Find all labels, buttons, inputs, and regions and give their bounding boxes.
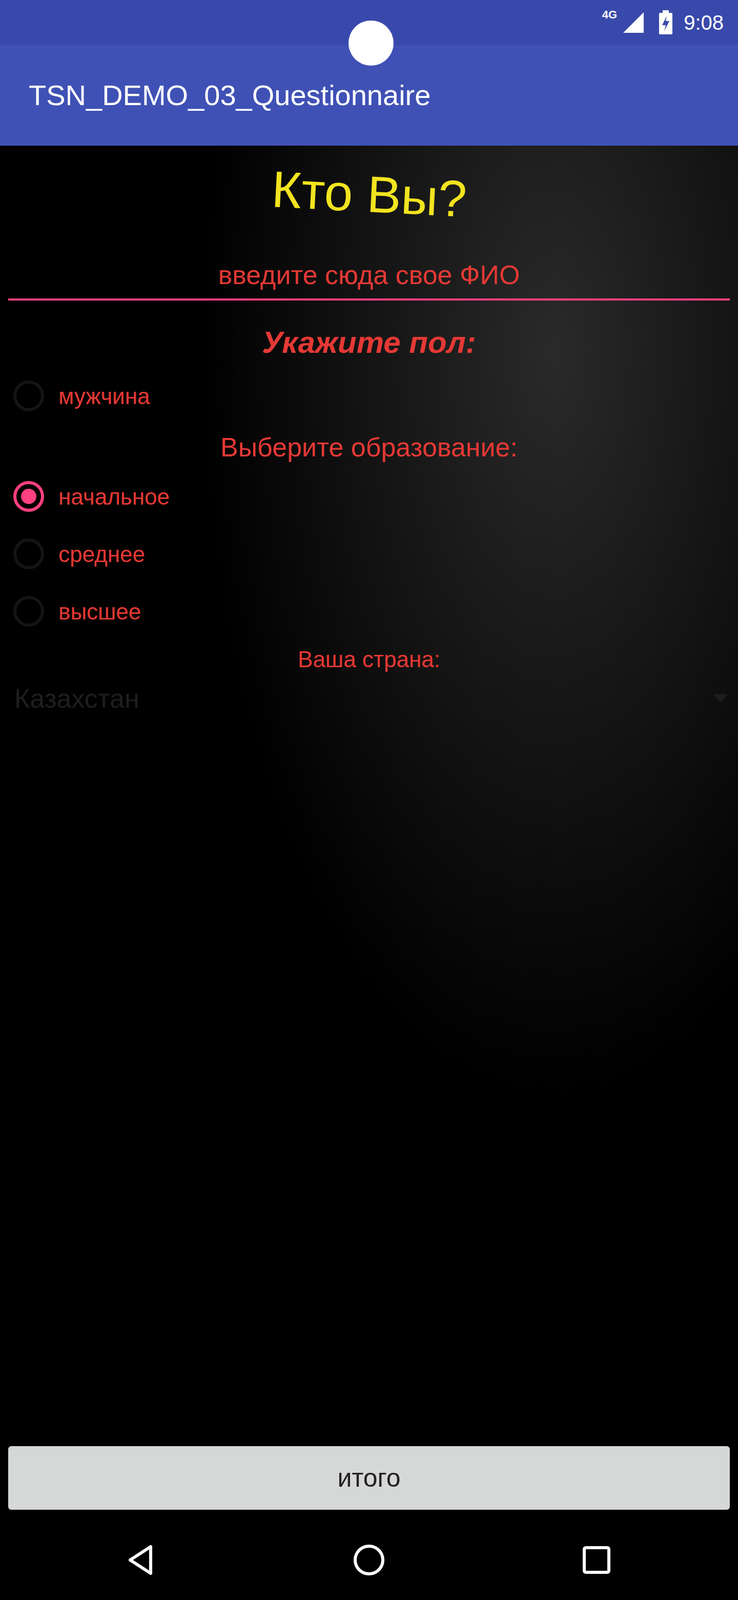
- radio-option[interactable]: среднее: [0, 524, 738, 583]
- total-button[interactable]: итого: [8, 1445, 730, 1509]
- spacer: [0, 722, 738, 1446]
- radio-option[interactable]: начальное: [0, 467, 738, 525]
- radio-button[interactable]: [13, 595, 45, 627]
- section-label: Ваша страна:: [0, 644, 738, 674]
- country-value[interactable]: Казахстан: [14, 681, 140, 715]
- navigation-bar: [0, 1519, 738, 1599]
- section-label: Укажите пол:: [0, 323, 738, 361]
- network-label: 4G: [602, 9, 618, 21]
- form-content: Кто Вы? Укажите пол: мужчина Выберите образ…: [0, 145, 738, 1520]
- camera-cutout: [348, 20, 394, 66]
- app-title: TSN_DEMO_03_Questionnaire: [28, 77, 431, 114]
- signal-icon: [622, 11, 645, 34]
- radio-label[interactable]: начальное: [58, 482, 170, 511]
- radio-button[interactable]: [13, 480, 45, 512]
- section-label-text: Выберите образование:: [220, 430, 518, 464]
- home-icon[interactable]: [348, 1538, 390, 1580]
- dropdown-arrow-icon: [713, 693, 728, 703]
- radio-button[interactable]: [13, 380, 45, 412]
- recents-icon[interactable]: [576, 1538, 618, 1580]
- country-spinner[interactable]: Казахстан: [0, 673, 738, 723]
- clock: 9:08: [683, 12, 724, 33]
- battery-icon: [658, 9, 674, 36]
- radio-option[interactable]: мужчина: [0, 371, 738, 421]
- radio-label[interactable]: высшее: [58, 597, 141, 626]
- radio-option[interactable]: высшее: [0, 582, 738, 640]
- heading: Кто Вы?: [270, 157, 468, 230]
- radio-label[interactable]: среднее: [58, 539, 146, 568]
- section-label: Выберите образование:: [0, 430, 738, 464]
- radio-button[interactable]: [13, 538, 45, 569]
- radio-label[interactable]: мужчина: [58, 381, 150, 410]
- section-label-text: Укажите пол:: [261, 323, 477, 361]
- radio-dot: [21, 488, 37, 504]
- back-icon[interactable]: [120, 1538, 162, 1580]
- heading-wrap: Кто Вы?: [0, 145, 738, 225]
- name-field[interactable]: [8, 251, 730, 301]
- section-label-text: Ваша страна:: [297, 644, 441, 674]
